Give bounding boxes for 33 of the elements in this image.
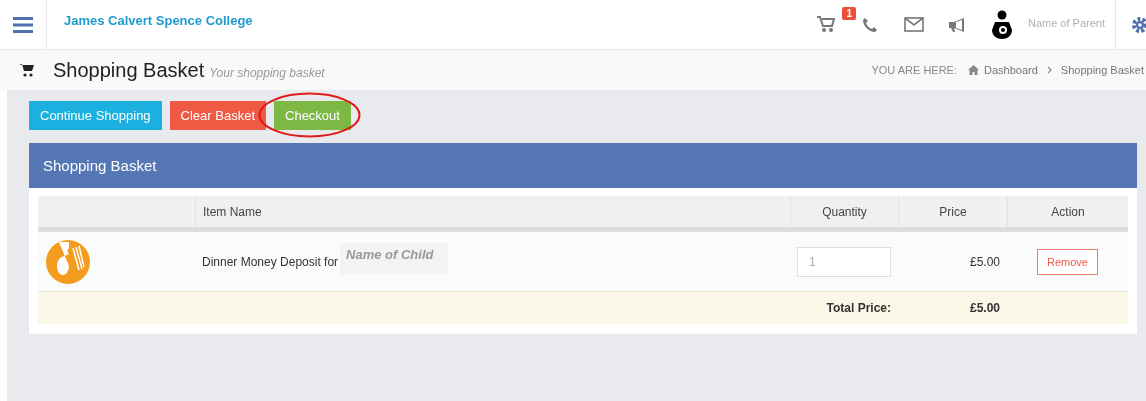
- action-button[interactable]: Continue Shopping: [29, 101, 162, 130]
- total-price: £5.00: [969, 301, 1000, 315]
- quantity-field[interactable]: 1: [797, 246, 891, 277]
- mail-icon[interactable]: [903, 17, 924, 32]
- action-button[interactable]: Clear Basket: [169, 101, 266, 130]
- action-button[interactable]: Checkout: [274, 101, 351, 130]
- cart-icon[interactable]: [816, 16, 835, 33]
- child-name: Name of Child: [340, 243, 449, 274]
- column-header: Quantity: [790, 196, 898, 227]
- phone-icon[interactable]: [861, 16, 878, 33]
- cutlery-icon: [45, 238, 91, 285]
- column-header: Price: [898, 196, 1007, 227]
- home-icon: [968, 65, 979, 75]
- breadcrumb-link[interactable]: Shopping Basket: [1060, 64, 1144, 76]
- basket-count-badge: 1: [842, 7, 856, 20]
- chevron-icon: [1046, 66, 1052, 74]
- item-name: Dinner Money Deposit for: [202, 254, 339, 269]
- page-title: Shopping Basket: [53, 58, 205, 82]
- page-subtitle: Your shopping basket: [209, 65, 325, 80]
- parent-name[interactable]: Name of Parent: [1027, 17, 1105, 29]
- column-header: Action: [1007, 196, 1128, 227]
- menu-icon[interactable]: [13, 16, 33, 33]
- school-name[interactable]: James Calvert Spence College: [64, 13, 253, 28]
- total-label: Total Price:: [826, 301, 891, 315]
- settings-icon[interactable]: [1131, 15, 1146, 34]
- panel-title: Shopping Basket: [29, 143, 1137, 188]
- item-price: £5.00: [968, 253, 1001, 271]
- parent-with-baby-icon[interactable]: [989, 9, 1014, 40]
- breadcrumb-label: YOU ARE HERE:: [871, 64, 957, 76]
- cart-icon: [19, 63, 35, 77]
- breadcrumb-link[interactable]: Dashboard: [984, 64, 1038, 76]
- remove-button[interactable]: Remove: [1037, 248, 1098, 275]
- column-header: Item Name: [195, 196, 790, 227]
